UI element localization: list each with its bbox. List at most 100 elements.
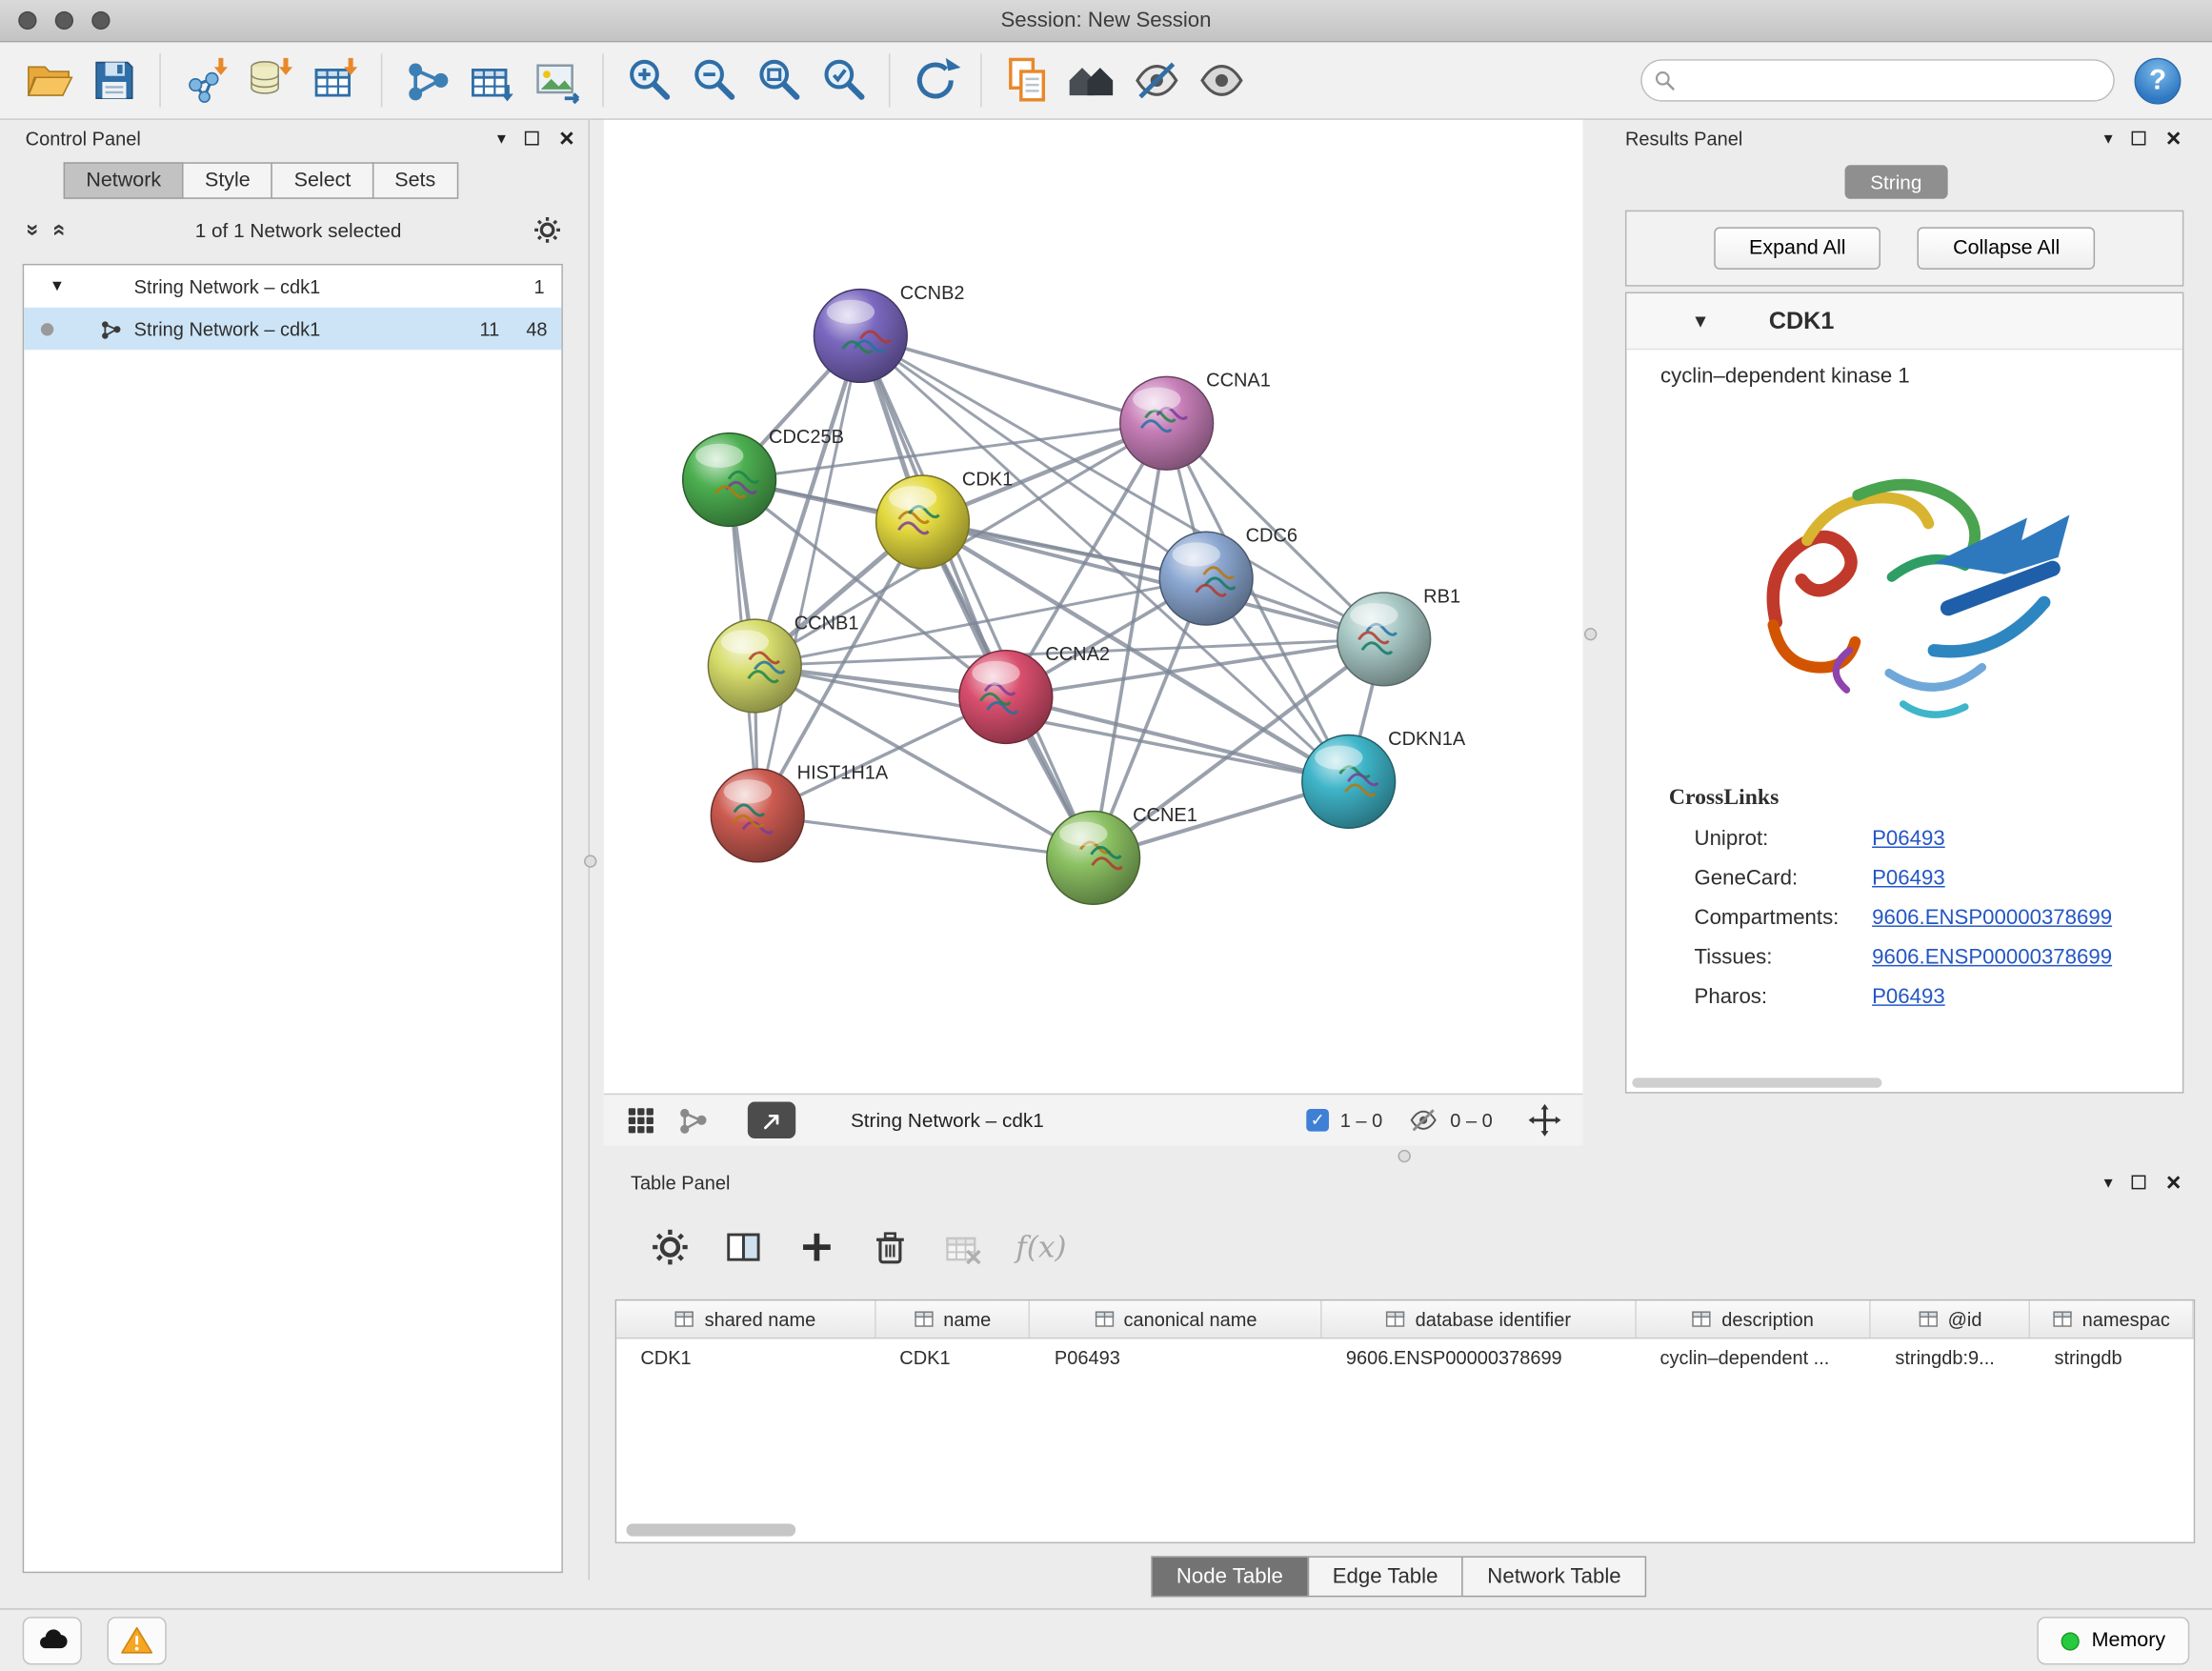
crosslink-link[interactable]: 9606.ENSP00000378699 [1872, 945, 2112, 969]
crosslink-link[interactable]: P06493 [1872, 866, 1945, 890]
import-network-file-button[interactable] [173, 48, 238, 112]
home-button[interactable] [1059, 48, 1124, 112]
zoom-selected-button[interactable] [811, 48, 875, 112]
panel-float-icon[interactable] [526, 131, 540, 146]
tab-edge-table[interactable]: Edge Table [1307, 1556, 1463, 1597]
refresh-layout-button[interactable] [903, 48, 968, 112]
zoom-window-button[interactable] [91, 11, 110, 30]
close-window-button[interactable] [18, 11, 36, 30]
show-all-button[interactable] [1189, 48, 1254, 112]
splitter-handle[interactable] [1584, 628, 1597, 640]
insert-column-icon[interactable] [722, 1226, 764, 1268]
hide-selected-icon [1132, 55, 1182, 106]
zoom-in-button[interactable] [616, 48, 681, 112]
network-node[interactable] [711, 769, 804, 862]
column-header-canonical-name[interactable]: canonical name [1031, 1300, 1322, 1338]
network-node[interactable] [708, 619, 801, 713]
splitter-handle[interactable] [584, 855, 596, 867]
collection-expander-icon[interactable]: ▼ [50, 278, 70, 295]
table-row[interactable]: CDK1CDK1P064939606.ENSP00000378699cyclin… [616, 1339, 2194, 1377]
results-hscrollbar[interactable] [1632, 1077, 1882, 1087]
network-edge[interactable] [860, 335, 1093, 857]
birdseye-grid-icon[interactable] [624, 1103, 658, 1137]
panel-close-icon[interactable]: × [2166, 126, 2182, 151]
panel-close-icon[interactable]: × [2166, 1170, 2182, 1196]
refresh-layout-icon [910, 55, 960, 106]
panel-float-icon[interactable] [2132, 1176, 2146, 1190]
zoom-out-button[interactable] [681, 48, 746, 112]
splitter-handle[interactable] [1398, 1150, 1411, 1162]
add-column-icon[interactable] [795, 1226, 837, 1268]
network-node[interactable] [1159, 532, 1253, 625]
control-tab-network[interactable]: Network [64, 162, 184, 199]
network-node[interactable] [1047, 811, 1140, 904]
column-header-name[interactable]: name [875, 1300, 1031, 1338]
table-hscrollbar-thumb[interactable] [627, 1523, 796, 1536]
expand-all-networks-icon[interactable]: » [19, 224, 45, 236]
control-tab-style[interactable]: Style [182, 162, 272, 199]
network-node[interactable] [683, 433, 776, 527]
panel-close-icon[interactable]: × [559, 126, 574, 151]
column-header-description[interactable]: description [1636, 1300, 1871, 1338]
new-network-button[interactable] [395, 48, 460, 112]
panel-float-icon[interactable] [2132, 131, 2146, 146]
selected-checkbox-icon[interactable]: ✓ [1306, 1109, 1329, 1132]
network-canvas[interactable]: CCNB2CCNA1CDC25BCDK1CDC6RB1CCNB1CCNA2CDK… [604, 120, 1583, 1094]
save-session-button[interactable] [82, 48, 147, 112]
collapse-all-button[interactable]: Collapse All [1918, 227, 2095, 269]
control-tab-sets[interactable]: Sets [372, 162, 458, 199]
network-edge[interactable] [757, 815, 1093, 857]
network-row[interactable]: String Network – cdk1 11 48 [24, 308, 561, 350]
import-table-button[interactable] [303, 48, 368, 112]
new-table-button[interactable] [460, 48, 525, 112]
pan-crosshair-icon[interactable] [1526, 1102, 1563, 1139]
panel-menu-caret-icon[interactable]: ▾ [497, 130, 506, 147]
open-in-window-button[interactable] [748, 1102, 795, 1139]
zoom-fit-button[interactable] [746, 48, 811, 112]
network-node[interactable] [814, 290, 907, 383]
network-overview-icon[interactable] [675, 1103, 710, 1137]
collapse-all-networks-icon[interactable]: « [46, 224, 71, 236]
network-collection-row[interactable]: ▼ String Network – cdk1 1 [24, 265, 561, 307]
settings-gear-icon[interactable] [649, 1226, 691, 1268]
search-input[interactable] [1640, 59, 2115, 101]
protein-section-header[interactable]: ▼ CDK1 [1626, 293, 2182, 350]
column-header-shared-name[interactable]: shared name [616, 1300, 875, 1338]
panel-menu-caret-icon[interactable]: ▾ [2104, 130, 2113, 147]
warning-button[interactable] [108, 1617, 167, 1664]
node-label: HIST1H1A [797, 762, 889, 783]
network-node[interactable] [1337, 593, 1431, 686]
open-session-button[interactable] [17, 48, 82, 112]
tab-network-table[interactable]: Network Table [1462, 1556, 1647, 1597]
network-node[interactable] [1120, 376, 1214, 470]
crosslink-link[interactable]: P06493 [1872, 985, 1945, 1009]
tab-node-table[interactable]: Node Table [1151, 1556, 1308, 1597]
copy-document-button[interactable] [995, 48, 1059, 112]
control-tab-select[interactable]: Select [271, 162, 373, 199]
network-options-gear-icon[interactable] [532, 214, 563, 246]
network-edge[interactable] [757, 335, 860, 815]
column-header--id[interactable]: @id [1871, 1300, 2030, 1338]
network-node[interactable] [959, 651, 1053, 744]
column-header-database-identifier[interactable]: database identifier [1322, 1300, 1637, 1338]
cloud-button[interactable] [23, 1617, 82, 1664]
section-expander-icon[interactable]: ▼ [1692, 311, 1710, 332]
crosslink-link[interactable]: P06493 [1872, 827, 1945, 851]
crosslink-link[interactable]: 9606.ENSP00000378699 [1872, 906, 2112, 930]
panel-menu-caret-icon[interactable]: ▾ [2104, 1174, 2113, 1191]
minimize-window-button[interactable] [55, 11, 73, 30]
network-node[interactable] [876, 475, 970, 569]
export-image-button[interactable] [525, 48, 590, 112]
network-edge[interactable] [922, 522, 1383, 639]
import-network-database-button[interactable] [238, 48, 303, 112]
tab-string[interactable]: String [1845, 165, 1947, 199]
help-button[interactable]: ? [2135, 57, 2182, 104]
expand-all-button[interactable]: Expand All [1714, 227, 1881, 269]
delete-row-icon[interactable] [869, 1226, 911, 1268]
memory-button[interactable]: Memory [2037, 1617, 2189, 1664]
protein-structure-image [1722, 411, 2086, 752]
hide-selected-button[interactable] [1124, 48, 1189, 112]
table-cell: stringdb [2030, 1339, 2194, 1377]
network-node[interactable] [1302, 735, 1396, 829]
column-header-namespac[interactable]: namespac [2030, 1300, 2193, 1338]
